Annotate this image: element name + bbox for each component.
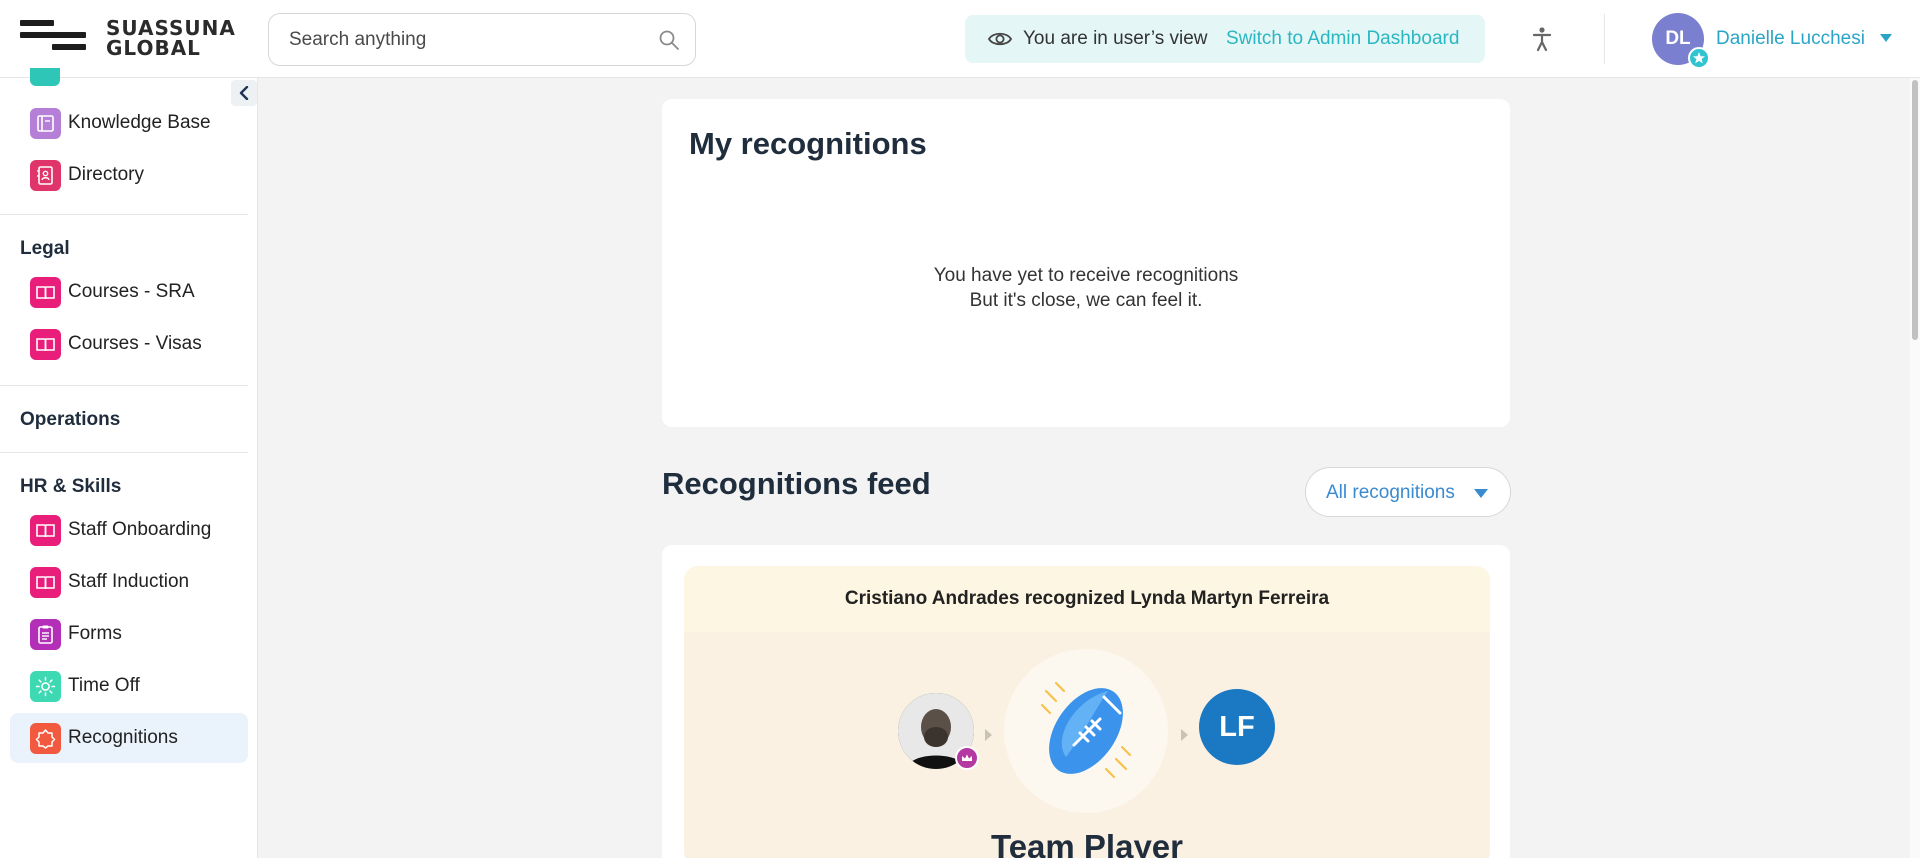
view-message: You are in user’s view <box>1023 28 1208 49</box>
scrollbar-thumb[interactable] <box>1912 80 1918 340</box>
sidebar-item-label: Time Off <box>68 675 140 696</box>
sidebar-item-label: Courses - Visas <box>68 333 202 354</box>
sidebar-item-recognitions[interactable]: Recognitions <box>10 713 248 763</box>
sidebar-item-label: Knowledge Base <box>68 112 211 133</box>
arrow-right-icon <box>1181 729 1188 741</box>
section-title-operations[interactable]: Operations <box>20 409 120 431</box>
my-recognitions-card: My recognitions You have yet to receive … <box>662 99 1510 427</box>
book-icon <box>30 108 61 139</box>
crown-badge-icon <box>955 746 979 770</box>
award-title: Team Player <box>990 828 1183 858</box>
user-avatar[interactable]: DL <box>1652 13 1710 69</box>
brand-logo[interactable]: SUASSUNA GLOBAL <box>20 18 240 62</box>
sidebar-item-label: Staff Induction <box>68 571 190 592</box>
clipboard-icon <box>30 619 61 650</box>
eye-icon <box>987 32 1013 46</box>
section-title-hr-skills: HR & Skills <box>20 476 122 497</box>
sidebar-item-courses-visas[interactable]: Courses - Visas <box>10 319 248 369</box>
recognition-badge-icon <box>30 723 61 754</box>
empty-state-line: You have yet to receive recognitions <box>933 265 1239 286</box>
recognitions-filter-dropdown[interactable]: All recognitions <box>1305 467 1511 517</box>
open-book-icon <box>30 567 61 598</box>
search-icon[interactable] <box>657 28 681 52</box>
open-book-icon <box>30 329 61 360</box>
sidebar-divider <box>0 452 248 453</box>
sidebar: Knowledge Base Directory Legal Courses -… <box>0 68 258 858</box>
recognition-header: Cristiano Andrades recognized Lynda Mart… <box>684 566 1490 632</box>
football-icon <box>1040 681 1132 779</box>
empty-state-line: But it's close, we can feel it. <box>969 290 1203 311</box>
filter-selected-value: All recognitions <box>1326 482 1455 503</box>
sidebar-item-forms[interactable]: Forms <box>10 609 248 659</box>
sidebar-item-label: Staff Onboarding <box>68 519 212 540</box>
sidebar-item-courses-sra[interactable]: Courses - SRA <box>10 267 248 317</box>
accessibility-icon[interactable] <box>1527 24 1557 54</box>
arrow-right-icon <box>985 729 992 741</box>
recognition-headline: Cristiano Andrades recognized Lynda Mart… <box>844 588 1330 609</box>
open-book-icon <box>30 515 61 546</box>
caret-down-icon <box>1474 489 1488 498</box>
recognitions-feed-title: Recognitions feed <box>662 466 931 501</box>
sidebar-item-staff-induction[interactable]: Staff Induction <box>10 557 248 607</box>
sidebar-item-knowledge-base[interactable]: Knowledge Base <box>10 98 248 148</box>
sidebar-item-label: Directory <box>68 164 145 185</box>
sidebar-divider <box>0 214 248 215</box>
switch-admin-dashboard-link[interactable]: Switch to Admin Dashboard <box>1226 28 1459 50</box>
open-book-icon <box>30 277 61 308</box>
sidebar-item-label: Courses - SRA <box>68 281 195 302</box>
sidebar-divider <box>0 385 248 386</box>
sidebar-item-directory[interactable]: Directory <box>10 150 248 200</box>
sidebar-item-label: Forms <box>68 623 122 644</box>
chevron-down-icon[interactable] <box>1880 34 1892 42</box>
header-divider <box>1604 14 1605 64</box>
sun-icon <box>30 671 61 702</box>
page-scrollbar[interactable] <box>1910 78 1920 858</box>
award-badge <box>1004 649 1168 813</box>
brand-name: SUASSUNA GLOBAL <box>106 16 236 60</box>
user-view-banner: You are in user’s view Switch to Admin D… <box>965 15 1485 63</box>
user-name[interactable]: Danielle Lucchesi <box>1716 28 1865 50</box>
empty-state-message: You have yet to receive recognitions But… <box>662 263 1510 313</box>
search-box[interactable] <box>268 13 696 66</box>
directory-icon <box>30 160 61 191</box>
partial-nav-icon <box>30 68 60 86</box>
search-input[interactable] <box>289 28 639 52</box>
section-title-legal: Legal <box>20 238 70 259</box>
star-badge-icon <box>1688 47 1710 69</box>
receiver-avatar[interactable]: LF <box>1199 689 1275 765</box>
sidebar-item-time-off[interactable]: Time Off <box>10 661 248 711</box>
sidebar-item-staff-onboarding[interactable]: Staff Onboarding <box>10 505 248 555</box>
my-recognitions-title: My recognitions <box>689 126 927 161</box>
sidebar-item-label: Recognitions <box>68 727 178 748</box>
top-header: SUASSUNA GLOBAL You are in user’s view S… <box>0 0 1920 78</box>
